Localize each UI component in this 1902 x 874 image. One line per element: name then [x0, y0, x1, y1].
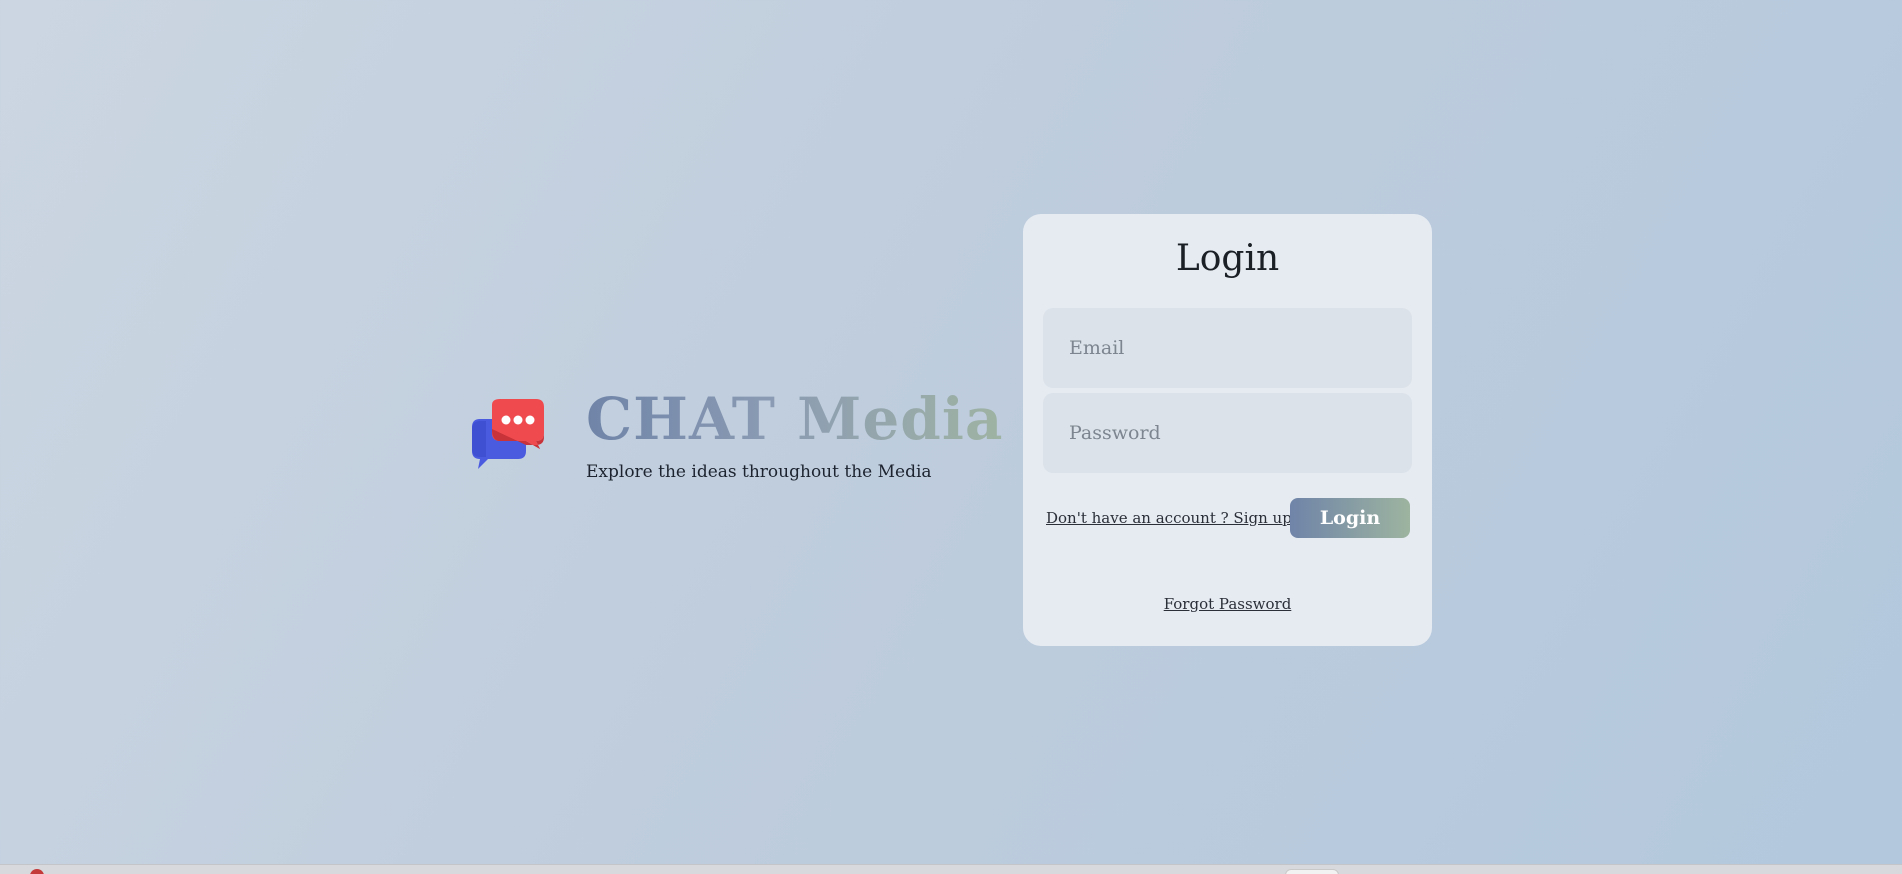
bottom-taskbar-strip	[0, 864, 1902, 874]
chat-bubbles-icon	[466, 399, 546, 473]
brand-subtitle: Explore the ideas throughout the Media	[586, 462, 932, 482]
brand-title: CHAT Media	[586, 390, 1003, 448]
login-title: Login	[1175, 238, 1280, 279]
signup-link[interactable]: Don't have an account ? Sign up	[1046, 509, 1292, 527]
taskbar-pill-icon[interactable]	[1285, 869, 1339, 874]
brand-title-chat: CHAT	[586, 385, 776, 453]
email-input[interactable]	[1043, 308, 1412, 388]
brand-text: CHAT Media Explore the ideas throughout …	[586, 390, 1003, 482]
taskbar-app-icon[interactable]	[30, 869, 44, 874]
brand-section: CHAT Media Explore the ideas throughout …	[466, 390, 1003, 482]
login-card: Login Don't have an account ? Sign up Lo…	[1023, 214, 1432, 646]
login-button[interactable]: Login	[1290, 498, 1410, 538]
password-input[interactable]	[1043, 393, 1412, 473]
forgot-password-link[interactable]: Forgot Password	[1164, 595, 1292, 613]
forgot-password-row: Forgot Password	[1023, 595, 1432, 613]
brand-title-media: Media	[797, 385, 1004, 453]
